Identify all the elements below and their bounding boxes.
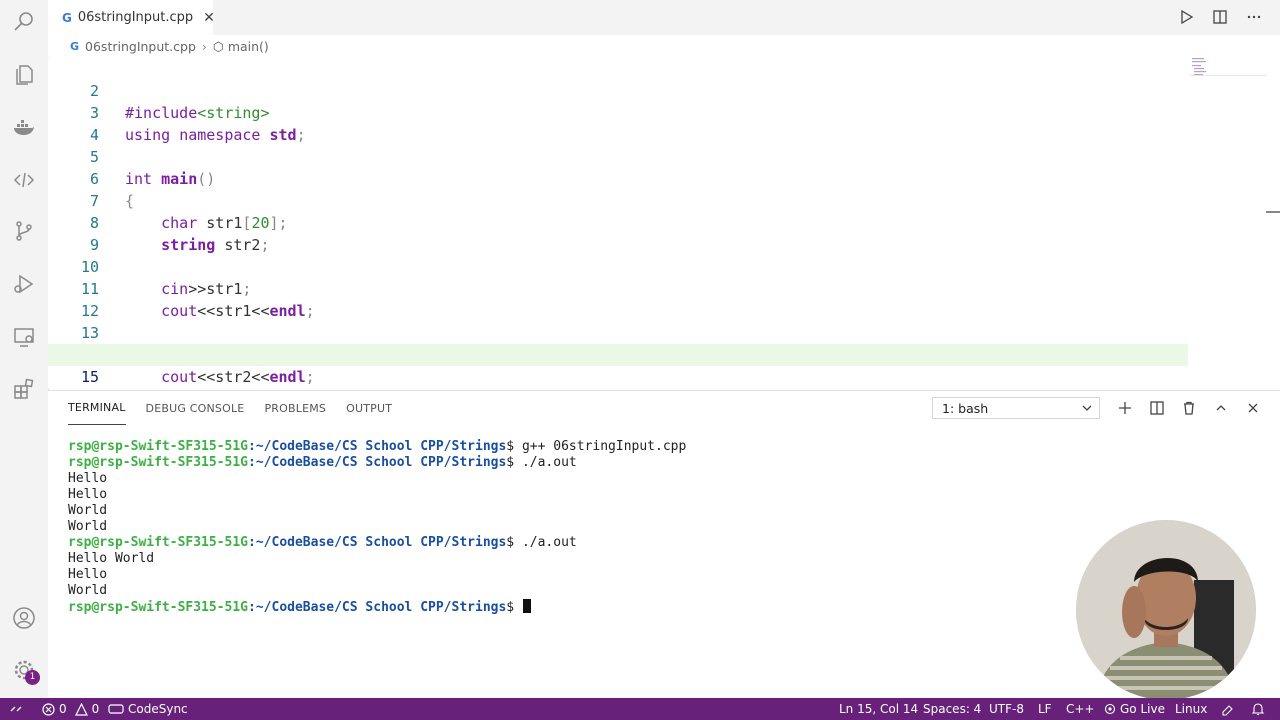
trash-icon[interactable]: [1180, 399, 1198, 417]
warning-icon: [74, 702, 88, 716]
terminal-line: rsp@rsp-Swift-SF315-51G:~/CodeBase/CS Sc…: [68, 535, 577, 550]
tab-debug-console[interactable]: DEBUG CONSOLE: [146, 391, 245, 425]
panel-actions: [1116, 399, 1262, 417]
status-bar: 0 0 CodeSync Ln 15, Col 14 Spaces: 4 UTF…: [0, 698, 1280, 720]
code-line: 8 string str2;: [48, 190, 1188, 254]
code-line: 2 #include<string>: [48, 58, 1188, 122]
remote-explorer-icon[interactable]: [12, 325, 36, 349]
codesync-icon: [108, 704, 124, 714]
warning-count: 0: [91, 702, 100, 716]
tab-output[interactable]: OUTPUT: [346, 391, 392, 425]
cpp-file-icon: G: [70, 39, 80, 53]
code-line: 7 char str1[20];: [48, 168, 1188, 232]
panel-tabs: TERMINAL DEBUG CONSOLE PROBLEMS OUTPUT: [68, 391, 392, 425]
codesync-status[interactable]: CodeSync: [108, 698, 188, 720]
error-count: 0: [59, 702, 67, 716]
code-editor[interactable]: 2 #include<string> 3 using namespace std…: [48, 58, 1280, 388]
encoding[interactable]: UTF-8: [989, 702, 1024, 716]
terminal-line: rsp@rsp-Swift-SF315-51G:~/CodeBase/CS Sc…: [68, 439, 687, 454]
bell-icon: [1251, 703, 1265, 716]
tab-terminal[interactable]: TERMINAL: [68, 391, 126, 425]
code-line: 3 using namespace std;: [48, 80, 1188, 144]
minimap[interactable]: [1190, 58, 1266, 76]
webcam-overlay: [1076, 520, 1256, 700]
extensions-icon[interactable]: [12, 377, 36, 401]
notification-badge: 1: [25, 670, 40, 685]
os-indicator[interactable]: Linux: [1175, 702, 1207, 716]
editor-tab[interactable]: G 06stringInput.cpp ✕: [48, 0, 215, 35]
code-line: 4: [48, 102, 1188, 144]
presenter-image: [1076, 520, 1256, 700]
feedback-button[interactable]: [1221, 698, 1235, 720]
docker-icon[interactable]: [12, 116, 36, 140]
breadcrumb-symbol[interactable]: main(): [228, 39, 269, 54]
feedback-icon: [1222, 705, 1233, 716]
remote-indicator[interactable]: [10, 698, 22, 720]
terminal-select-value: 1: bash: [942, 400, 989, 416]
terminal-line: rsp@rsp-Swift-SF315-51G:~/CodeBase/CS Sc…: [68, 455, 577, 470]
terminal-select[interactable]: 1: bash: [932, 397, 1100, 419]
remote-icon: [10, 706, 22, 712]
error-icon: [42, 702, 55, 716]
editor-tab-bar: G 06stringInput.cpp ✕: [48, 0, 1280, 35]
terminal-cursor: [522, 599, 531, 613]
terminal-line: World: [68, 583, 108, 598]
explorer-icon[interactable]: [12, 63, 36, 87]
broadcast-icon: [1104, 703, 1116, 715]
tab-label: 06stringInput.cpp: [77, 10, 194, 25]
active-code-line: 15 return 0;: [48, 344, 1188, 386]
terminal-line: rsp@rsp-Swift-SF315-51G:~/CodeBase/CS Sc…: [68, 599, 686, 615]
breadcrumb: G 06stringInput.cpp › ⬡ main(): [48, 35, 1280, 57]
indentation[interactable]: Spaces: 4: [923, 702, 981, 716]
more-actions-icon[interactable]: [1244, 6, 1264, 28]
split-editor-icon[interactable]: [1210, 6, 1230, 28]
code-icon[interactable]: [12, 168, 36, 192]
code-line: 11 cout<<str1<<endl;: [48, 256, 1188, 320]
maximize-panel-icon[interactable]: [1212, 399, 1230, 417]
search-icon[interactable]: [12, 10, 36, 34]
code-line: 10 cin>>str1;: [48, 234, 1188, 298]
language-mode[interactable]: C++: [1066, 702, 1095, 716]
source-control-icon[interactable]: [12, 219, 36, 243]
go-live-button[interactable]: Go Live: [1104, 698, 1165, 720]
activity-bar: 1: [0, 0, 49, 698]
run-icon[interactable]: [1176, 6, 1196, 28]
go-live-label: Go Live: [1120, 702, 1165, 716]
tab-problems[interactable]: PROBLEMS: [264, 391, 326, 425]
editor-scrollbar[interactable]: [1266, 211, 1280, 213]
chevron-right-icon: ›: [201, 38, 207, 54]
terminal-line: World: [68, 503, 108, 518]
split-terminal-icon[interactable]: [1148, 399, 1166, 417]
new-terminal-icon[interactable]: [1116, 399, 1134, 417]
code-line: 9: [48, 212, 1188, 254]
terminal-line: World: [68, 519, 108, 534]
method-icon: ⬡: [212, 38, 224, 54]
cursor-position[interactable]: Ln 15, Col 14: [839, 702, 918, 716]
terminal-line: Hello World: [68, 551, 155, 566]
notifications-button[interactable]: [1251, 698, 1265, 720]
code-line: 5 int main(): [48, 124, 1188, 188]
code-line: 12: [48, 278, 1188, 320]
code-line: 6 {: [48, 146, 1188, 210]
terminal-line: Hello: [68, 487, 108, 502]
close-panel-icon[interactable]: [1244, 399, 1262, 417]
close-icon[interactable]: ✕: [203, 10, 215, 26]
terminal-output[interactable]: rsp@rsp-Swift-SF315-51G:~/CodeBase/CS Sc…: [68, 439, 686, 615]
code-line: 14 cout<<str2<<endl;: [48, 322, 1188, 386]
account-icon[interactable]: [12, 606, 36, 630]
code-line: 13 cin>>str2;: [48, 300, 1188, 364]
terminal-line: Hello: [68, 471, 108, 486]
chevron-down-icon: [1081, 401, 1093, 418]
terminal-line: Hello: [68, 567, 108, 582]
editor-actions: [1176, 6, 1264, 28]
problems-status[interactable]: 0 0: [42, 698, 99, 720]
cpp-file-icon: G: [62, 10, 72, 25]
breadcrumb-file[interactable]: 06stringInput.cpp: [85, 39, 196, 54]
code-line: 16 }: [48, 366, 1188, 388]
codesync-label: CodeSync: [128, 702, 188, 716]
run-debug-icon[interactable]: [12, 272, 36, 296]
end-of-line[interactable]: LF: [1038, 702, 1052, 716]
